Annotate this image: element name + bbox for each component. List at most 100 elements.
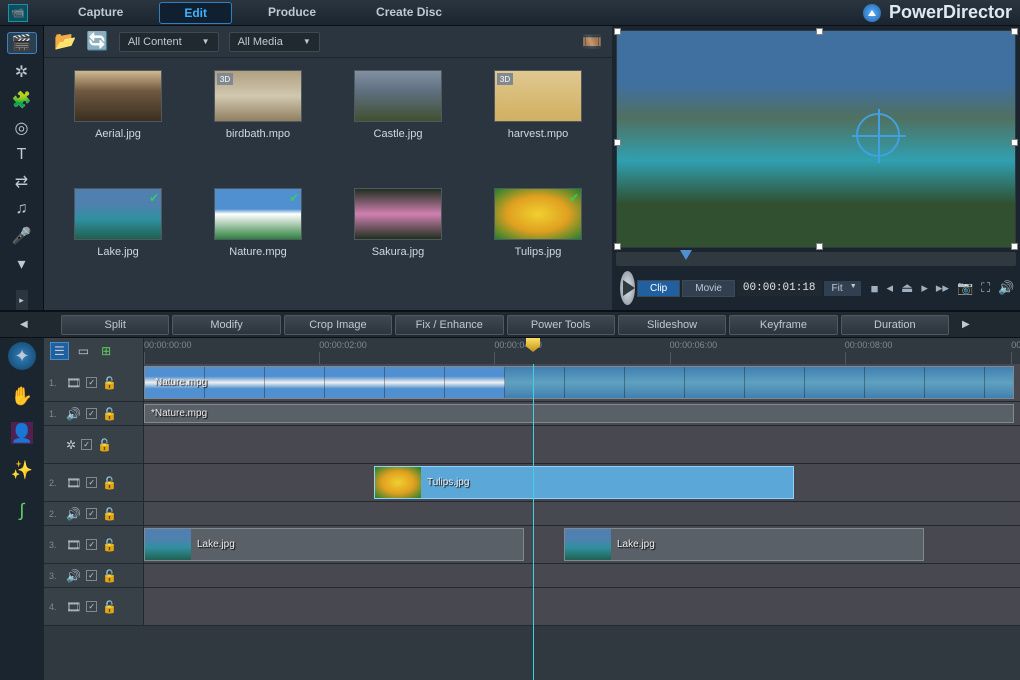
media-thumb[interactable]: 3Dharvest.mpo <box>476 70 600 180</box>
preview-scrubber[interactable] <box>616 252 1016 266</box>
volume-icon[interactable]: 🔊 <box>998 280 1014 296</box>
track-visible-checkbox[interactable]: ✓ <box>86 508 97 519</box>
media-thumb[interactable]: Sakura.jpg <box>336 188 460 298</box>
timeline-clip[interactable]: *Nature.mpg <box>144 404 1014 423</box>
track-header[interactable]: 1.🎞✓🔓 <box>44 364 144 401</box>
clip-mode-toggle[interactable]: Clip <box>637 280 680 297</box>
media-thumb[interactable]: 3Dbirdbath.mpo <box>196 70 320 180</box>
track-lane[interactable]: Lake.jpg Lake.jpg <box>144 526 1020 563</box>
media-thumb[interactable]: ✔Lake.jpg <box>56 188 180 298</box>
track-lock-icon[interactable]: 🔓 <box>102 600 117 614</box>
edit-keyframe-button[interactable]: Keyframe <box>729 315 837 335</box>
track-lock-icon[interactable]: 🔓 <box>102 507 117 521</box>
snapshot-icon[interactable]: 📷 <box>957 280 973 296</box>
storyboard-view-icon[interactable]: ▭ <box>75 343 92 359</box>
edit-modify-button[interactable]: Modify <box>172 315 280 335</box>
text-icon[interactable]: T <box>7 146 37 164</box>
top-tab-capture[interactable]: Capture <box>54 2 147 24</box>
media-thumb[interactable]: ✔Tulips.jpg <box>476 188 600 298</box>
top-tab-create-disc[interactable]: Create Disc <box>352 2 466 24</box>
track-visible-checkbox[interactable]: ✓ <box>86 477 97 488</box>
track-type-icon[interactable]: 🔊 <box>66 507 81 521</box>
track-lane[interactable] <box>144 588 1020 625</box>
more-icon[interactable]: ▾ <box>7 254 37 274</box>
timeline-ruler[interactable]: 00:00:00:0000:00:02:0000:00:04:0000:00:0… <box>144 338 1020 364</box>
hand-tool-icon[interactable]: ✋ <box>8 382 36 410</box>
edit-slideshow-button[interactable]: Slideshow <box>618 315 726 335</box>
track-lane[interactable]: Tulips.jpg <box>144 464 1020 501</box>
scroll-left-icon[interactable]: ◀ <box>20 319 28 330</box>
top-tab-produce[interactable]: Produce <box>244 2 340 24</box>
track-header[interactable]: 2.🎞✓🔓 <box>44 464 144 501</box>
transition-icon[interactable]: ⇄ <box>7 172 37 192</box>
track-header[interactable]: 1.🔊✓🔓 <box>44 402 144 425</box>
film-icon[interactable]: 🎬 <box>7 32 37 54</box>
track-type-icon[interactable]: ✲ <box>66 438 76 452</box>
track-type-icon[interactable]: 🎞 <box>66 376 81 390</box>
rail-expand-icon[interactable]: ▸ <box>16 290 28 310</box>
track-visible-checkbox[interactable]: ✓ <box>86 539 97 550</box>
app-logo-icon[interactable]: 📹 <box>8 4 28 22</box>
timeline-clip[interactable]: Nature.mpg <box>144 366 1014 399</box>
content-filter-dropdown[interactable]: All Content▼ <box>119 32 219 52</box>
track-lock-icon[interactable]: 🔓 <box>102 407 117 421</box>
scroll-right-icon[interactable]: ▶ <box>962 319 970 330</box>
timeline-clip[interactable]: Tulips.jpg <box>374 466 794 499</box>
open-folder-icon[interactable]: 📂 <box>54 31 76 52</box>
track-lane[interactable] <box>144 502 1020 525</box>
crosshair-overlay[interactable] <box>856 113 900 157</box>
portrait-icon[interactable]: 👤 <box>11 422 33 444</box>
track-type-icon[interactable]: 🎞 <box>66 538 81 552</box>
fan-icon[interactable]: ✲ <box>7 62 37 82</box>
puzzle-icon[interactable]: 🧩 <box>7 90 37 110</box>
stop-icon[interactable]: ■ <box>871 281 879 296</box>
top-tab-edit[interactable]: Edit <box>159 2 232 24</box>
track-lock-icon[interactable]: 🔓 <box>102 569 117 583</box>
import-media-icon[interactable]: 🎞️ <box>582 32 602 52</box>
prev-frame-icon[interactable]: ◂ <box>887 280 894 296</box>
play-button[interactable] <box>620 271 635 305</box>
play-small-icon[interactable]: ▸ <box>921 280 928 296</box>
edit-crop-image-button[interactable]: Crop Image <box>284 315 392 335</box>
movie-mode-toggle[interactable]: Movie <box>682 280 735 297</box>
wand-icon[interactable]: ✨ <box>8 456 36 484</box>
timeline-clip[interactable]: Lake.jpg <box>144 528 524 561</box>
playhead-handle[interactable] <box>526 338 540 352</box>
track-visible-checkbox[interactable]: ✓ <box>86 570 97 581</box>
track-type-icon[interactable]: 🎞 <box>66 476 81 490</box>
edit-split-button[interactable]: Split <box>61 315 169 335</box>
track-lock-icon[interactable]: 🔓 <box>102 376 117 390</box>
track-header[interactable]: 4.🎞✓🔓 <box>44 588 144 625</box>
edit-fix-enhance-button[interactable]: Fix / Enhance <box>395 315 503 335</box>
object-icon[interactable]: ◎ <box>7 118 37 138</box>
track-type-icon[interactable]: 🔊 <box>66 569 81 583</box>
media-thumb[interactable]: Castle.jpg <box>336 70 460 180</box>
zoom-dropdown[interactable]: Fit <box>824 281 861 296</box>
track-header[interactable]: 2.🔊✓🔓 <box>44 502 144 525</box>
timeline-clip[interactable]: Lake.jpg <box>564 528 924 561</box>
step-icon[interactable]: ⏏ <box>901 280 913 296</box>
undock-icon[interactable]: ⛶ <box>981 280 990 296</box>
track-lane[interactable] <box>144 426 1020 463</box>
add-track-icon[interactable]: ⊞ <box>98 343 114 359</box>
track-lane[interactable]: *Nature.mpg <box>144 402 1020 425</box>
track-visible-checkbox[interactable]: ✓ <box>86 408 97 419</box>
track-lane[interactable] <box>144 564 1020 587</box>
media-filter-dropdown[interactable]: All Media▼ <box>229 32 320 52</box>
track-lock-icon[interactable]: 🔓 <box>102 538 117 552</box>
media-thumb[interactable]: ✔Nature.mpg <box>196 188 320 298</box>
track-visible-checkbox[interactable]: ✓ <box>86 601 97 612</box>
curve-icon[interactable]: ∫ <box>8 496 36 524</box>
track-lane[interactable]: Nature.mpg <box>144 364 1020 401</box>
upload-icon[interactable] <box>863 4 881 22</box>
track-lock-icon[interactable]: 🔓 <box>97 438 112 452</box>
track-header[interactable]: 3.🔊✓🔓 <box>44 564 144 587</box>
track-lock-icon[interactable]: 🔓 <box>102 476 117 490</box>
timeline-view-icon[interactable]: ☰ <box>50 342 69 360</box>
mic-icon[interactable]: 🎤 <box>7 226 37 246</box>
track-visible-checkbox[interactable]: ✓ <box>86 377 97 388</box>
edit-duration-button[interactable]: Duration <box>841 315 949 335</box>
track-type-icon[interactable]: 🎞 <box>66 600 81 614</box>
preview-viewport[interactable] <box>616 30 1016 248</box>
fast-forward-icon[interactable]: ▸▸ <box>936 280 949 296</box>
